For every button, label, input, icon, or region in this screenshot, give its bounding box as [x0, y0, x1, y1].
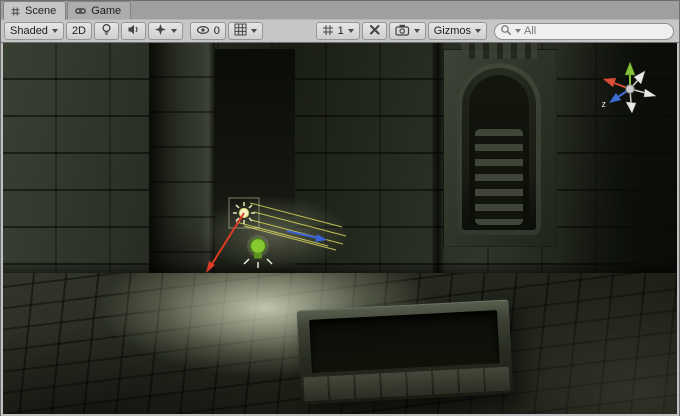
scene-lighting-button[interactable]	[94, 22, 119, 40]
search-filter-chevron-icon	[515, 29, 521, 33]
scene-camera-dropdown[interactable]	[389, 22, 426, 40]
shading-mode-dropdown[interactable]: Shaded	[4, 22, 64, 40]
scene-audio-button[interactable]	[121, 22, 146, 40]
search-icon	[500, 24, 512, 39]
game-tab-icon	[74, 5, 87, 16]
shading-mode-label: Shaded	[10, 25, 48, 37]
crossed-tools-icon	[368, 23, 381, 39]
visibility-hidden-count: 0	[214, 25, 220, 37]
scene-arch-emblem	[461, 43, 537, 59]
viewport-frame: z	[1, 42, 679, 416]
chevron-down-icon	[475, 29, 481, 33]
toggle-2d-label: 2D	[72, 25, 86, 37]
grid-visibility-dropdown[interactable]	[228, 22, 263, 40]
scene-toolbar: Shaded 2D 0	[1, 19, 679, 42]
chevron-down-icon	[251, 29, 257, 33]
tab-scene[interactable]: Scene	[3, 1, 66, 20]
gizmos-dropdown[interactable]: Gizmos	[428, 22, 487, 40]
scene-tab-icon	[10, 6, 21, 17]
toggle-2d-button[interactable]: 2D	[66, 22, 92, 40]
tab-game[interactable]: Game	[67, 1, 131, 19]
snap-grid-icon	[322, 24, 334, 39]
scene-effects-dropdown[interactable]	[148, 22, 183, 40]
scene-view-window: Scene Game Shaded 2D	[0, 0, 680, 416]
grid-snap-dropdown[interactable]: 1	[316, 22, 360, 40]
chevron-down-icon	[414, 29, 420, 33]
component-tools-button[interactable]	[362, 22, 387, 40]
grid-icon	[234, 23, 247, 39]
search-input[interactable]	[524, 25, 666, 37]
sparkle-icon	[154, 23, 167, 39]
eye-icon	[196, 24, 210, 39]
scene-stone-trough	[297, 300, 514, 405]
scene-3d-viewport[interactable]: z	[3, 43, 677, 414]
chevron-down-icon	[171, 29, 177, 33]
tab-scene-label: Scene	[25, 5, 56, 17]
scene-visibility-button[interactable]: 0	[190, 22, 226, 40]
light-bulb-icon	[100, 23, 113, 39]
speaker-icon	[127, 23, 140, 39]
gizmos-label: Gizmos	[434, 25, 471, 37]
chevron-down-icon	[348, 29, 354, 33]
camera-icon	[395, 23, 410, 39]
trough-interior	[309, 310, 500, 374]
grid-snap-value: 1	[338, 25, 344, 37]
scene-right-shadow	[557, 43, 677, 288]
tab-bar: Scene Game	[1, 1, 679, 19]
chevron-down-icon	[52, 29, 58, 33]
scene-search-field[interactable]	[494, 23, 674, 40]
tab-game-label: Game	[91, 5, 121, 17]
scene-arch-grate	[475, 129, 523, 225]
